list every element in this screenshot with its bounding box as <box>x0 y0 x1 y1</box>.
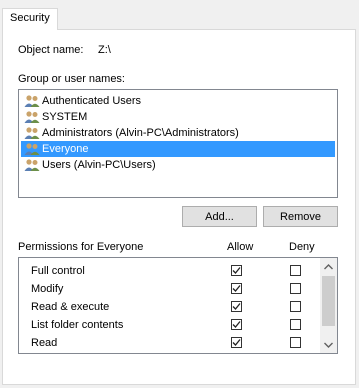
list-item-label: Users (Alvin-PC\Users) <box>42 159 156 171</box>
deny-checkbox[interactable] <box>290 283 301 294</box>
object-name-label: Object name: <box>18 44 84 56</box>
scrollbar-thumb[interactable] <box>322 276 335 326</box>
permission-label: List folder contents <box>31 319 124 331</box>
list-item-authenticated-users[interactable]: Authenticated Users <box>21 93 335 109</box>
users-icon <box>24 142 40 156</box>
permission-label: Read <box>31 337 58 349</box>
table-row: Read <box>19 334 319 352</box>
permission-label: Full control <box>31 265 85 277</box>
permissions-label: Permissions for Everyone <box>18 241 144 253</box>
users-icon <box>24 94 40 108</box>
list-item-label: Administrators (Alvin-PC\Administrators) <box>42 127 239 139</box>
add-button[interactable]: Add... <box>182 206 257 227</box>
table-row: Read & execute <box>19 298 319 316</box>
deny-checkbox[interactable] <box>290 265 301 276</box>
users-icon <box>24 158 40 172</box>
permission-label: Read & execute <box>31 301 110 313</box>
group-user-list[interactable]: Authenticated Users SYSTEM Administrator… <box>18 89 338 198</box>
table-row: Modify <box>19 280 319 298</box>
permissions-list[interactable]: Full control Modify Read & execute List fol… <box>18 257 338 354</box>
deny-header: Deny <box>289 241 315 253</box>
remove-button-label: Remove <box>280 210 321 223</box>
allow-header: Allow <box>227 241 254 253</box>
allow-checkbox[interactable] <box>231 319 242 330</box>
list-item-label: SYSTEM <box>42 111 88 123</box>
list-item-users[interactable]: Users (Alvin-PC\Users) <box>21 157 335 173</box>
list-item-system[interactable]: SYSTEM <box>21 109 335 125</box>
tab-security-label: Security <box>10 12 50 24</box>
users-icon <box>24 126 40 140</box>
deny-checkbox[interactable] <box>290 301 301 312</box>
chevron-up-icon[interactable] <box>320 258 337 275</box>
list-item-label: Authenticated Users <box>42 95 142 107</box>
allow-checkbox[interactable] <box>231 265 242 276</box>
permissions-scrollbar[interactable] <box>320 258 337 353</box>
allow-checkbox[interactable] <box>231 283 242 294</box>
allow-checkbox[interactable] <box>231 301 242 312</box>
table-row <box>19 352 319 353</box>
permission-label: Modify <box>31 283 64 295</box>
list-item-label: Everyone <box>42 143 89 155</box>
deny-checkbox[interactable] <box>290 337 301 348</box>
group-names-label: Group or user names: <box>18 73 125 85</box>
list-item-administrators[interactable]: Administrators (Alvin-PC\Administrators) <box>21 125 335 141</box>
remove-button[interactable]: Remove <box>263 206 338 227</box>
security-panel: Object name: Z:\ Group or user names: Au… <box>2 29 356 385</box>
tab-security[interactable]: Security <box>2 8 58 30</box>
users-icon <box>24 110 40 124</box>
table-row: Full control <box>19 262 319 280</box>
list-item-everyone[interactable]: Everyone <box>21 141 335 157</box>
add-button-label: Add... <box>205 210 234 223</box>
object-name-value: Z:\ <box>98 44 111 56</box>
chevron-down-icon[interactable] <box>320 336 337 353</box>
table-row: List folder contents <box>19 316 319 334</box>
deny-checkbox[interactable] <box>290 319 301 330</box>
allow-checkbox[interactable] <box>231 337 242 348</box>
